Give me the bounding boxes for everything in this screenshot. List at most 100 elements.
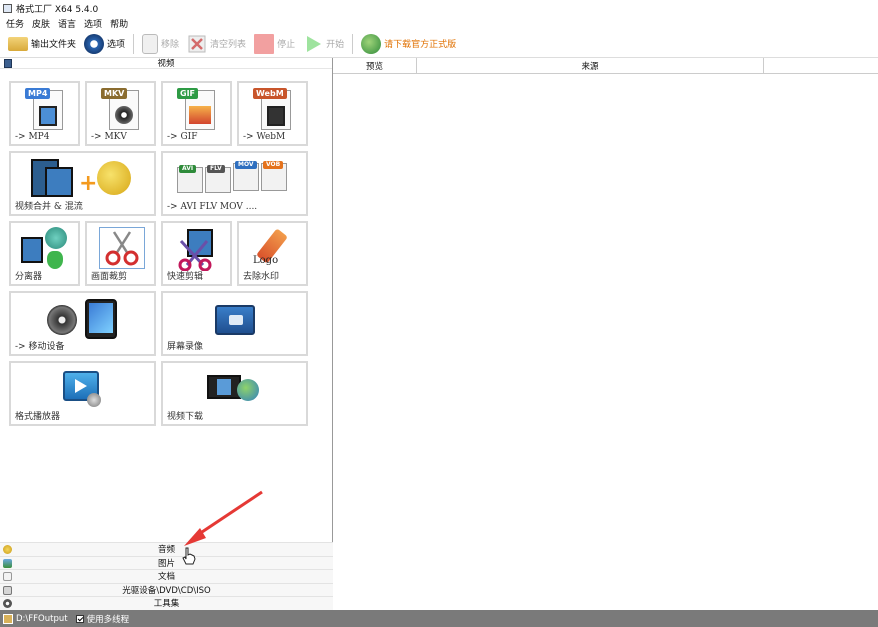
tile-mobile[interactable]: -> 移动设备 bbox=[9, 291, 156, 356]
tile-mkv[interactable]: MKV -> MKV bbox=[85, 81, 156, 146]
section-document[interactable]: 文档 bbox=[0, 569, 333, 583]
toolbar-separator-2 bbox=[352, 33, 354, 54]
tile-gif[interactable]: GIF -> GIF bbox=[161, 81, 232, 146]
output-path[interactable]: D:\FFOutput bbox=[16, 614, 68, 624]
quick-scissors-icon bbox=[178, 239, 212, 271]
flv-badge: FLV bbox=[207, 165, 225, 173]
multithread-label: 使用多线程 bbox=[86, 614, 130, 625]
menu-skin[interactable]: 皮肤 bbox=[32, 17, 50, 30]
tile-webm[interactable]: WebM -> WebM bbox=[237, 81, 308, 146]
tile-crop[interactable]: 画面裁剪 bbox=[85, 221, 156, 286]
avi-badge: AVI bbox=[179, 165, 197, 173]
tile-merge[interactable]: + 视频合并 & 混流 bbox=[9, 151, 156, 216]
film-icon bbox=[4, 59, 12, 68]
tile-remove-watermark[interactable]: Logo 去除水印 bbox=[237, 221, 308, 286]
mobile-device-icon bbox=[47, 299, 123, 339]
start-label: 开始 bbox=[326, 40, 345, 50]
gear-icon bbox=[84, 33, 105, 54]
tile-mp4[interactable]: MP4 -> MP4 bbox=[9, 81, 80, 146]
function-panel: 视频 MP4 -> MP4 MKV -> MKV GIF -> GIF WebM bbox=[0, 58, 333, 610]
tile-screen-record[interactable]: 屏幕录像 bbox=[161, 291, 308, 356]
gif-file-icon: GIF bbox=[177, 88, 221, 132]
eraser-icon: Logo bbox=[251, 227, 297, 271]
video-section-header[interactable]: 视频 bbox=[0, 58, 332, 69]
output-folder-icon bbox=[3, 613, 13, 624]
download-official-button[interactable]: 请下载官方正式版 bbox=[357, 32, 460, 56]
menu-options[interactable]: 选项 bbox=[84, 17, 102, 30]
tile-caption: -> AVI FLV MOV .... bbox=[167, 202, 258, 212]
title-bar: 格式工厂 X64 5.4.0 bbox=[0, 0, 878, 16]
stop-icon bbox=[254, 33, 275, 54]
tile-caption: -> WebM bbox=[243, 132, 286, 142]
section-tools-label: 工具集 bbox=[153, 599, 180, 610]
column-source[interactable]: 来源 bbox=[417, 58, 764, 74]
mp4-badge: MP4 bbox=[25, 88, 51, 99]
section-optical-disc-label: 光驱设备\DVD\CD\ISO bbox=[122, 585, 211, 596]
menu-task[interactable]: 任务 bbox=[6, 17, 24, 30]
stop-label: 停止 bbox=[277, 40, 296, 50]
tile-caption: -> MKV bbox=[91, 132, 127, 142]
tile-caption: 去除水印 bbox=[243, 272, 280, 282]
tile-caption: 分离器 bbox=[15, 272, 43, 282]
task-list[interactable]: 预览 来源 bbox=[333, 58, 878, 610]
play-icon bbox=[307, 35, 322, 52]
multi-format-icon: AVI FLV MOV VOB bbox=[177, 161, 295, 195]
tile-video-download[interactable]: 视频下载 bbox=[161, 361, 308, 426]
stop-button[interactable]: 停止 bbox=[250, 32, 299, 56]
tile-caption: 快速剪辑 bbox=[167, 272, 204, 282]
status-bar: D:\FFOutput 使用多线程 bbox=[0, 610, 878, 627]
document-icon bbox=[3, 572, 12, 581]
section-optical-disc[interactable]: 光驱设备\DVD\CD\ISO bbox=[0, 582, 333, 596]
tile-caption: 格式播放器 bbox=[15, 412, 61, 422]
menu-help[interactable]: 帮助 bbox=[110, 17, 128, 30]
app-icon bbox=[3, 3, 12, 13]
column-preview[interactable]: 预览 bbox=[333, 58, 417, 74]
tile-quick-cut[interactable]: 快速剪辑 bbox=[161, 221, 232, 286]
tile-splitter[interactable]: 分离器 bbox=[9, 221, 80, 286]
mkv-badge: MKV bbox=[101, 88, 128, 99]
column-preview-label: 预览 bbox=[365, 61, 383, 72]
section-tools[interactable]: 工具集 bbox=[0, 596, 333, 610]
logo-watermark-text: Logo bbox=[253, 255, 279, 266]
remove-icon bbox=[142, 33, 159, 54]
folder-icon bbox=[8, 36, 28, 51]
section-image[interactable]: 图片 bbox=[0, 555, 333, 569]
tile-caption: 视频下载 bbox=[167, 412, 204, 422]
section-audio[interactable]: 音频 bbox=[0, 542, 333, 556]
tile-player[interactable]: 格式播放器 bbox=[9, 361, 156, 426]
tools-gear-icon bbox=[3, 599, 12, 608]
mov-badge: MOV bbox=[235, 161, 257, 169]
mkv-file-icon: MKV bbox=[101, 88, 145, 132]
player-icon bbox=[63, 371, 103, 407]
tile-caption: 画面裁剪 bbox=[91, 272, 128, 282]
clear-icon bbox=[188, 35, 206, 52]
menu-language[interactable]: 语言 bbox=[58, 17, 76, 30]
disc-drive-icon bbox=[3, 585, 12, 595]
clear-list-button[interactable]: 清空列表 bbox=[183, 32, 250, 56]
tile-multi-format[interactable]: AVI FLV MOV VOB -> AVI FLV MOV .... bbox=[161, 151, 308, 216]
tile-caption: -> GIF bbox=[167, 132, 198, 142]
column-source-label: 来源 bbox=[581, 61, 599, 72]
multithread-checkbox[interactable] bbox=[75, 614, 84, 623]
output-folder-button[interactable]: 输出文件夹 bbox=[4, 32, 80, 56]
tile-caption: 视频合并 & 混流 bbox=[15, 202, 83, 212]
column-extra[interactable] bbox=[764, 58, 878, 74]
play-triangle-icon bbox=[75, 379, 87, 393]
splitter-icon bbox=[21, 227, 71, 271]
image-icon bbox=[3, 558, 12, 568]
clear-list-label: 清空列表 bbox=[210, 40, 247, 50]
start-button[interactable]: 开始 bbox=[299, 32, 348, 56]
toolbar: 输出文件夹 选项 移除 清空列表 停止 开始 请下载官方正式版 bbox=[0, 30, 878, 58]
remove-label: 移除 bbox=[161, 40, 180, 50]
video-section-title: 视频 bbox=[157, 59, 175, 69]
remove-button[interactable]: 移除 bbox=[138, 32, 183, 56]
tile-caption: -> MP4 bbox=[15, 132, 50, 142]
gif-badge: GIF bbox=[177, 88, 199, 99]
menu-bar: 任务 皮肤 语言 选项 帮助 bbox=[0, 16, 878, 30]
audio-icon bbox=[3, 545, 12, 554]
hand-cursor-icon bbox=[182, 547, 196, 565]
output-folder-label: 输出文件夹 bbox=[31, 40, 77, 50]
options-button[interactable]: 选项 bbox=[80, 32, 129, 56]
video-download-icon bbox=[207, 373, 263, 403]
webm-badge: WebM bbox=[253, 88, 287, 99]
